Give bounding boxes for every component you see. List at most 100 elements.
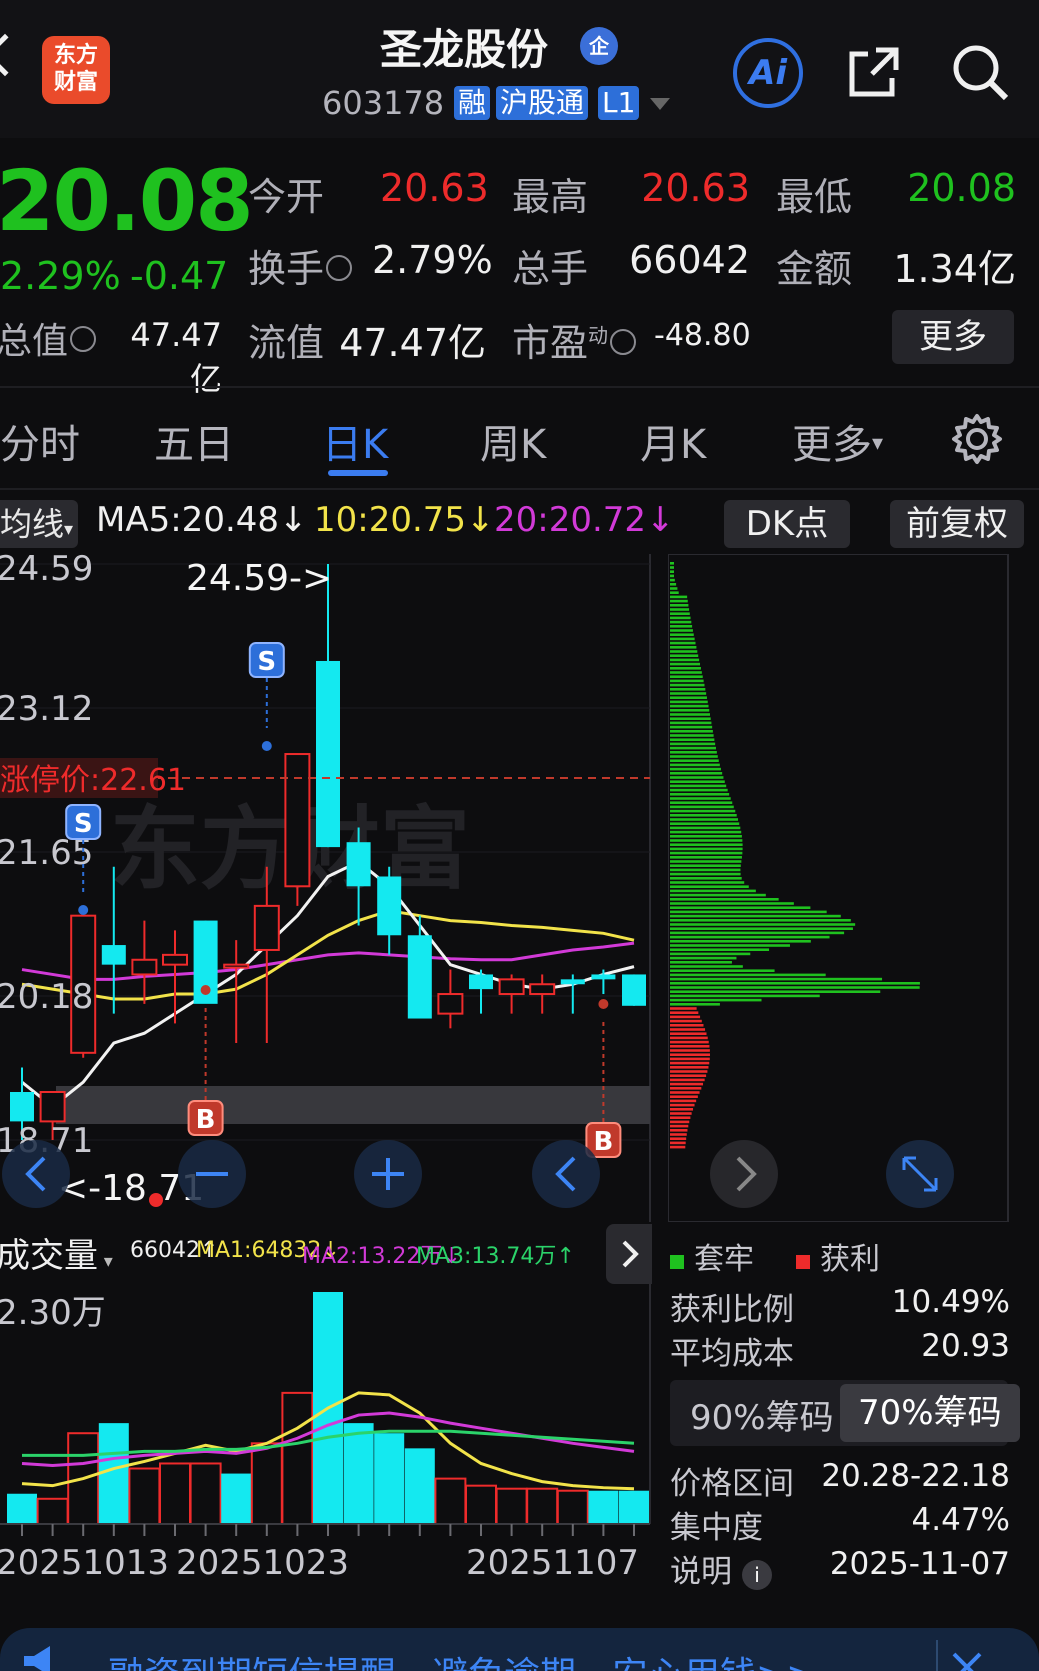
chip-next-button[interactable] (710, 1140, 778, 1208)
indicator-type-select[interactable]: 均线▾ (0, 500, 78, 548)
chip-bar (670, 759, 719, 762)
dk-point-button[interactable]: DK点 (724, 500, 850, 548)
profit-swatch (796, 1255, 810, 1269)
collapse-panel-button[interactable] (606, 1224, 652, 1284)
range-shade (56, 1086, 650, 1124)
signal-label: S (257, 647, 276, 677)
volume-label: 总手 (512, 247, 589, 291)
chip-bar (670, 763, 720, 767)
tab-intraday[interactable]: 分时 (0, 412, 80, 470)
info-icon[interactable]: i (742, 1560, 772, 1590)
tab-monthly-k[interactable]: 月K (640, 412, 706, 470)
chip-bar (670, 633, 694, 636)
chip-bar (670, 671, 702, 674)
code-dropdown-icon[interactable] (650, 98, 670, 110)
chip-bar (670, 1095, 698, 1098)
candle-body (498, 978, 525, 996)
candle-body (622, 974, 646, 1006)
zoom-out-button[interactable] (178, 1140, 246, 1208)
vol-ma3: MA3:13.74万↑ (416, 1244, 575, 1269)
chip-bar (670, 1116, 691, 1119)
chip-distribution-chart[interactable] (668, 554, 1010, 1222)
chip-bar (670, 1032, 707, 1035)
volume-bar (374, 1433, 405, 1524)
scroll-left-button[interactable] (532, 1140, 600, 1208)
adjust-mode-button[interactable]: 前复权 (890, 500, 1024, 548)
chip-bar (670, 667, 701, 670)
tab-weekly-k[interactable]: 周K (480, 412, 546, 470)
chip-bar (670, 935, 830, 939)
indicator-type-label: 均线 (0, 505, 65, 543)
chip-bar (670, 982, 920, 985)
chip-70-option[interactable]: 70%筹码 (840, 1384, 1020, 1442)
candle-body (529, 983, 556, 996)
tab-more[interactable]: 更多▾ (792, 412, 883, 470)
candle-body (560, 979, 585, 985)
chip-90-option[interactable]: 90%筹码 (690, 1390, 834, 1439)
candle-body (377, 876, 402, 936)
chip-bar (670, 889, 756, 893)
chip-bar (670, 952, 751, 956)
more-quote-button[interactable]: 更多 (892, 310, 1014, 364)
chip-bar (670, 1015, 701, 1019)
volume-bar (159, 1462, 191, 1525)
volume-type-select[interactable]: 成交量 ▾ (0, 1228, 113, 1277)
speaker-icon (24, 1646, 50, 1671)
settings-gear-icon[interactable] (950, 412, 1004, 466)
app-logo: 东方 财富 (42, 36, 110, 104)
chip-bar (670, 1074, 707, 1077)
logo-text-2: 财富 (53, 70, 98, 95)
info-dots-icon[interactable] (70, 326, 97, 352)
close-icon[interactable] (950, 1650, 984, 1671)
ai-button[interactable]: Ai (733, 38, 803, 108)
chip-bar (670, 595, 688, 599)
profit-ratio-row: 获利比例 10.49% (670, 1284, 1010, 1329)
price-range-label: 价格区间 (670, 1466, 794, 1502)
chip-bar (670, 717, 711, 720)
chip-expand-button[interactable] (886, 1140, 954, 1208)
info-dots-icon[interactable] (326, 254, 353, 281)
volume-bar (619, 1490, 649, 1524)
chip-bar (670, 1070, 708, 1073)
banner-divider (936, 1640, 938, 1671)
turnover-value: 2.79% (372, 238, 493, 282)
info-dots-icon[interactable] (610, 328, 637, 355)
kline-chart[interactable]: 东方财富 涨停价:22.61 24.5923.1221.6520.1818.71… (0, 554, 652, 1222)
volume-bar (343, 1423, 374, 1524)
share-icon[interactable] (846, 44, 902, 100)
chip-bar (670, 675, 703, 678)
chevron-right-icon (622, 1240, 639, 1268)
float-value: 47.47亿 (339, 321, 486, 365)
banner-text[interactable]: 融资到期短信提醒，避免逾期，安心用钱>> (108, 1646, 816, 1671)
chip-bar (670, 1019, 702, 1023)
volume-bar (189, 1462, 222, 1525)
chip-bar (670, 713, 710, 716)
chip-bar (670, 1091, 700, 1094)
candle-body (101, 945, 126, 965)
nav-back-button[interactable] (2, 1140, 70, 1208)
signal-dot (200, 985, 211, 995)
chip-bar (670, 620, 692, 624)
candle-body (407, 935, 432, 1019)
chip-bar (670, 801, 733, 804)
signal-dot (78, 905, 89, 915)
chip-bar (670, 1024, 704, 1027)
volume-chart[interactable]: 2.30万 20251013 20251023 20251107 (0, 1284, 652, 1608)
chip-bar (670, 809, 736, 813)
open-label: 今开 (248, 175, 325, 219)
ma5-text: MA5:20.48 (96, 500, 280, 540)
volume-bar (250, 1442, 283, 1526)
logo-text-1: 东方 (53, 43, 98, 68)
chip-bar (670, 1133, 687, 1136)
tag-margin: 融 (454, 86, 491, 120)
chip-bar (670, 1137, 687, 1140)
search-icon[interactable] (950, 42, 1010, 102)
volume-bar (465, 1484, 497, 1526)
zoom-in-button[interactable] (354, 1140, 422, 1208)
chip-bar (670, 998, 762, 1002)
tab-daily-k[interactable]: 日K (322, 412, 388, 470)
tab-five-day[interactable]: 五日 (154, 412, 234, 470)
float-label: 流值 (248, 321, 325, 365)
profit-label: 获利 (820, 1242, 880, 1277)
chip-bar (670, 755, 718, 758)
